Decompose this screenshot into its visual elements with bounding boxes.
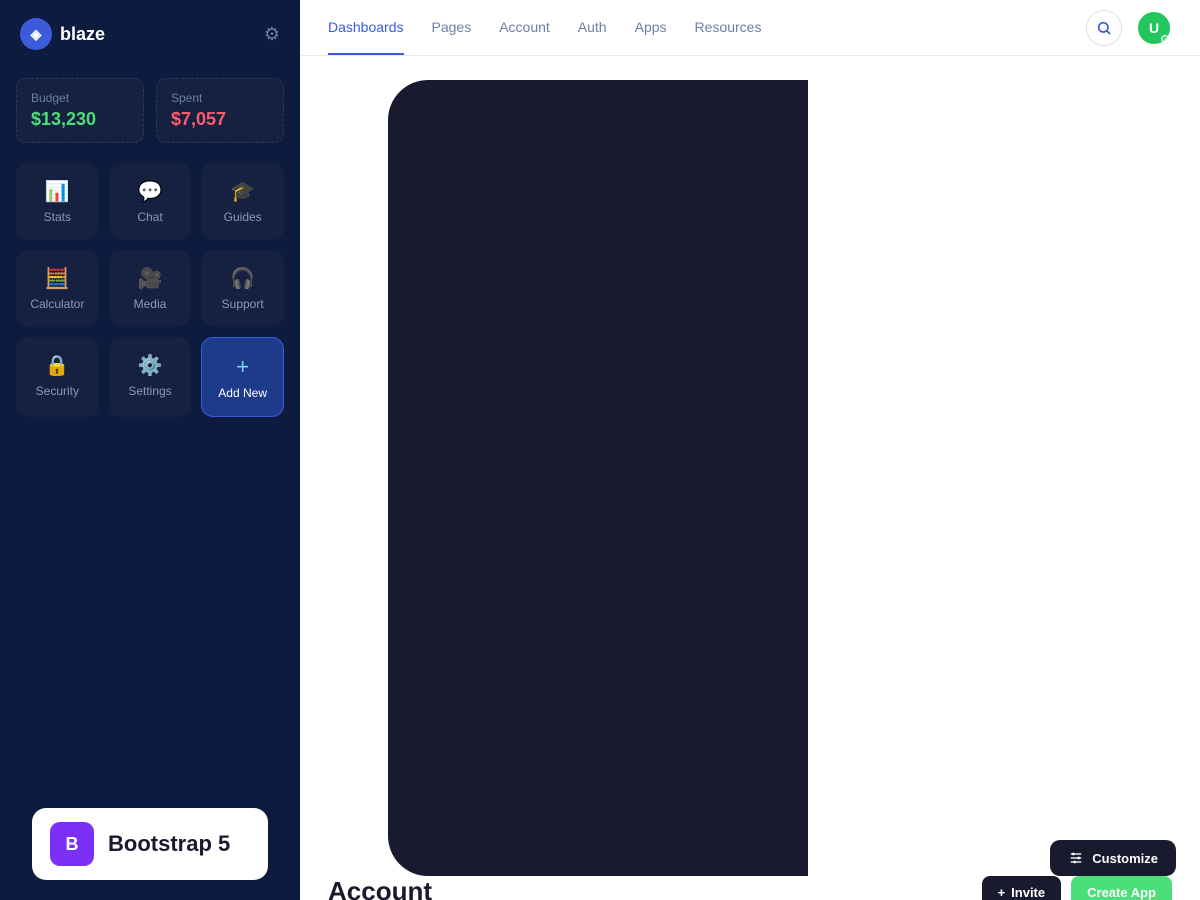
bootstrap-icon: B [50,822,94,866]
budget-row: Budget $13,230 Spent $7,057 [0,68,300,163]
sidebar-header: ◈ blaze ⚙ [0,0,300,68]
guides-icon: 🎓 [230,179,255,204]
budget-value: $13,230 [31,109,129,130]
sidebar-item-calculator[interactable]: 🧮 Calculator [16,250,99,327]
logo-text: blaze [60,24,105,45]
media-icon: 🎥 [138,266,163,291]
sidebar-item-chat[interactable]: 💬 Chat [109,163,192,240]
menu-icon[interactable]: ⚙ [264,24,280,45]
sidebar-item-label: Support [222,297,264,311]
sidebar-item-label: Stats [44,210,71,224]
customize-label: Customize [1092,851,1158,866]
security-icon: 🔒 [45,353,70,378]
budget-card: Budget $13,230 [16,78,144,143]
sidebar-item-add-new[interactable]: + Add New [201,337,284,417]
sidebar-item-label: Settings [128,384,171,398]
nav-auth[interactable]: Auth [578,1,607,55]
invite-button[interactable]: + Invite [982,876,1062,900]
spent-label: Spent [171,91,269,105]
nav-apps[interactable]: Apps [635,1,667,55]
online-dot [1161,35,1169,43]
create-app-button[interactable]: Create App [1071,876,1172,900]
page-title: Account [328,876,478,900]
header-actions: + Invite Create App [982,876,1172,900]
stats-icon: 📊 [45,179,70,204]
sidebar-item-guides[interactable]: 🎓 Guides [201,163,284,240]
spent-card: Spent $7,057 [156,78,284,143]
logo-icon: ◈ [20,18,52,50]
nav-resources[interactable]: Resources [695,1,762,55]
nav-dashboards[interactable]: Dashboards [328,1,404,55]
sidebar-item-settings[interactable]: ⚙️ Settings [109,337,192,417]
settings-icon: ⚙️ [138,353,163,378]
customize-button[interactable]: Customize [1050,840,1176,876]
sidebar-item-security[interactable]: 🔒 Security [16,337,99,417]
sidebar-item-label: Calculator [30,297,84,311]
page-content: Account 🏠 › Account › Overwiev + Invite … [300,56,1200,900]
bootstrap-text: Bootstrap 5 [108,831,230,857]
sidebar-item-label: Chat [137,210,162,224]
sidebar-item-label: Guides [224,210,262,224]
calculator-icon: 🧮 [45,266,70,291]
chat-icon: 💬 [138,179,163,204]
sidebar-item-label: Add New [218,386,267,400]
sidebar: ◈ blaze ⚙ Budget $13,230 Spent $7,057 📊 … [0,0,300,900]
spent-value: $7,057 [171,109,269,130]
top-nav-right: U [1086,10,1172,46]
sidebar-item-label: Media [134,297,167,311]
bootstrap-badge: B Bootstrap 5 [32,808,268,880]
nav-account[interactable]: Account [499,1,550,55]
customize-icon [1068,850,1084,866]
add-new-icon: + [236,354,249,380]
sidebar-item-support[interactable]: 🎧 Support [201,250,284,327]
nav-grid: 📊 Stats 💬 Chat 🎓 Guides 🧮 Calculator 🎥 M… [0,163,300,417]
budget-label: Budget [31,91,129,105]
sidebar-item-label: Security [36,384,79,398]
sidebar-item-media[interactable]: 🎥 Media [109,250,192,327]
nav-pages[interactable]: Pages [432,1,472,55]
user-avatar[interactable]: U [1136,10,1172,46]
search-button[interactable] [1086,10,1122,46]
page-header: Account 🏠 › Account › Overwiev + Invite … [328,876,1172,900]
main-area: Dashboards Pages Account Auth Apps Resou… [300,0,1200,900]
dark-overlay [388,80,808,876]
logo-area: ◈ blaze [20,18,105,50]
sidebar-item-stats[interactable]: 📊 Stats [16,163,99,240]
support-icon: 🎧 [230,266,255,291]
top-nav: Dashboards Pages Account Auth Apps Resou… [300,0,1200,56]
plus-icon: + [998,885,1006,900]
nav-links: Dashboards Pages Account Auth Apps Resou… [328,1,761,55]
